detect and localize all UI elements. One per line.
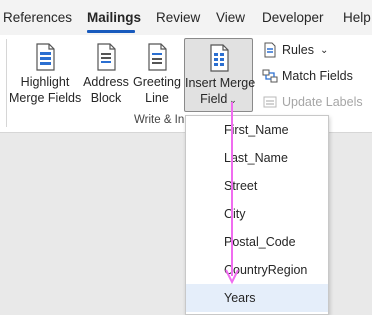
rules-label: Rules bbox=[282, 43, 314, 57]
button-label-line2: Line bbox=[145, 91, 169, 105]
ribbon-tab-bar: References Mailings Review View Develope… bbox=[0, 0, 372, 35]
button-label-line2: Block bbox=[90, 91, 122, 105]
update-labels-button[interactable]: Update Labels bbox=[262, 93, 363, 111]
active-tab-indicator bbox=[87, 30, 135, 33]
button-label-line2: Field bbox=[200, 92, 228, 106]
insert-merge-field-button[interactable]: Insert Merge Field ⌄ bbox=[184, 38, 256, 112]
dropdown-item-last-name[interactable]: Last_Name bbox=[186, 144, 328, 172]
chevron-down-icon: ⌄ bbox=[229, 95, 237, 105]
address-block-button[interactable]: Address Block bbox=[83, 42, 129, 106]
highlight-merge-fields-button[interactable]: Highlight Merge Fields bbox=[9, 42, 81, 106]
button-label-line2-wrap: Field ⌄ bbox=[185, 91, 252, 108]
chevron-down-icon: ⌄ bbox=[319, 44, 329, 56]
match-fields-label: Match Fields bbox=[282, 69, 353, 83]
insert-merge-field-icon bbox=[209, 44, 229, 72]
address-block-icon bbox=[97, 43, 116, 71]
button-label-line1: Highlight bbox=[20, 75, 70, 89]
match-fields-icon bbox=[262, 69, 278, 83]
update-labels-icon bbox=[263, 96, 277, 108]
tab-view[interactable]: View bbox=[216, 10, 245, 25]
merge-field-dropdown: First_Name Last_Name Street City Postal_… bbox=[185, 115, 329, 315]
match-fields-button[interactable]: Match Fields bbox=[262, 67, 353, 85]
button-label-line1: Address bbox=[83, 75, 129, 89]
update-labels-label: Update Labels bbox=[282, 95, 363, 109]
dropdown-item-first-name[interactable]: First_Name bbox=[186, 116, 328, 144]
dropdown-item-years[interactable]: Years bbox=[186, 284, 328, 312]
tab-help[interactable]: Help bbox=[343, 10, 371, 25]
tab-mailings[interactable]: Mailings bbox=[87, 10, 141, 25]
button-label-line1: Insert Merge bbox=[185, 76, 256, 90]
tab-references[interactable]: References bbox=[3, 10, 72, 25]
button-label-line2: Merge Fields bbox=[9, 91, 82, 105]
dropdown-item-city[interactable]: City bbox=[186, 200, 328, 228]
group-label-write-insert: Write & In bbox=[134, 114, 185, 126]
dropdown-item-postal-code[interactable]: Postal_Code bbox=[186, 228, 328, 256]
greeting-line-icon bbox=[148, 43, 167, 71]
highlight-merge-fields-icon bbox=[36, 43, 55, 71]
dropdown-item-country-region[interactable]: CountryRegion bbox=[186, 256, 328, 284]
dropdown-item-street[interactable]: Street bbox=[186, 172, 328, 200]
rules-button[interactable]: Rules ⌄ bbox=[262, 41, 328, 59]
rules-icon bbox=[264, 42, 276, 58]
greeting-line-button[interactable]: Greeting Line bbox=[131, 42, 183, 106]
group-separator bbox=[6, 39, 7, 127]
tab-developer[interactable]: Developer bbox=[262, 10, 324, 25]
tab-review[interactable]: Review bbox=[156, 10, 200, 25]
button-label-line1: Greeting bbox=[133, 75, 181, 89]
